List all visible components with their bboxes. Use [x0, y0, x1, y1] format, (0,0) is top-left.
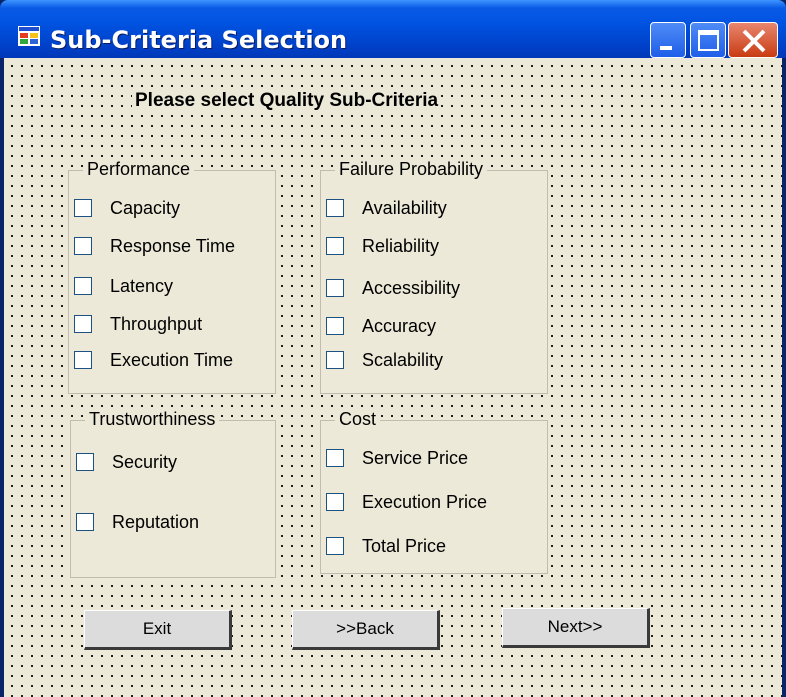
checkbox-box[interactable]: [326, 449, 344, 467]
checkbox-label: Accuracy: [362, 316, 437, 336]
checkbox-label: Security: [112, 452, 178, 472]
checkbox-box[interactable]: [74, 237, 92, 255]
checkbox-label: Latency: [110, 276, 174, 296]
form-client-area: Please select Quality Sub-Criteria Perfo…: [4, 58, 782, 697]
checkbox-box[interactable]: [326, 493, 344, 511]
checkbox-label: Availability: [362, 198, 447, 218]
maximize-icon: [698, 30, 719, 51]
performance-group-title: Performance: [83, 159, 195, 180]
checkbox-box[interactable]: [326, 537, 344, 555]
checkbox-label: Capacity: [110, 198, 181, 218]
checkbox-box[interactable]: [74, 315, 92, 333]
checkbox-label: Scalability: [362, 350, 444, 370]
checkbox-label: Reliability: [362, 236, 440, 256]
back-button[interactable]: >>Back: [292, 610, 440, 650]
checkbox-label: Response Time: [110, 236, 236, 256]
minimize-button[interactable]: [650, 22, 686, 58]
app-window: Sub-Criteria Selection Please select Qua…: [0, 0, 786, 697]
cost-groupbox: Cost Service Price Execution Price Total…: [320, 409, 548, 574]
checkbox-box[interactable]: [326, 199, 344, 217]
checkbox-box[interactable]: [326, 237, 344, 255]
close-button[interactable]: [728, 22, 778, 58]
page-heading: Please select Quality Sub-Criteria: [132, 90, 442, 112]
app-window-icon: [18, 26, 40, 46]
checkbox-box[interactable]: [74, 351, 92, 369]
maximize-button[interactable]: [690, 22, 726, 58]
checkbox-box[interactable]: [74, 199, 92, 217]
checkbox-label: Reputation: [112, 512, 200, 532]
checkbox-label: Execution Price: [362, 492, 488, 512]
checkbox-box[interactable]: [326, 351, 344, 369]
checkbox-box[interactable]: [76, 453, 94, 471]
trustworthiness-group-title: Trustworthiness: [85, 409, 220, 430]
checkbox-box[interactable]: [74, 277, 92, 295]
checkbox-box[interactable]: [76, 513, 94, 531]
checkbox-label: Accessibility: [362, 278, 461, 298]
checkbox-label: Execution Time: [110, 350, 234, 370]
exit-button[interactable]: Exit: [84, 610, 232, 650]
checkbox-box[interactable]: [326, 279, 344, 297]
next-button[interactable]: Next>>: [502, 608, 650, 648]
minimize-icon: [660, 46, 672, 50]
trustworthiness-groupbox: Trustworthiness Security Reputation: [70, 409, 276, 578]
close-icon: [742, 29, 766, 53]
performance-groupbox: Performance Capacity Response Time Laten…: [68, 159, 276, 394]
failure-probability-group-title: Failure Probability: [335, 159, 488, 180]
title-bar[interactable]: Sub-Criteria Selection: [0, 0, 786, 58]
checkbox-label: Service Price: [362, 448, 469, 468]
failure-probability-groupbox: Failure Probability Availability Reliabi…: [320, 159, 548, 394]
cost-group-title: Cost: [335, 409, 381, 430]
checkbox-label: Total Price: [362, 536, 447, 556]
checkbox-label: Throughput: [110, 314, 203, 334]
window-title: Sub-Criteria Selection: [50, 26, 348, 54]
checkbox-box[interactable]: [326, 317, 344, 335]
